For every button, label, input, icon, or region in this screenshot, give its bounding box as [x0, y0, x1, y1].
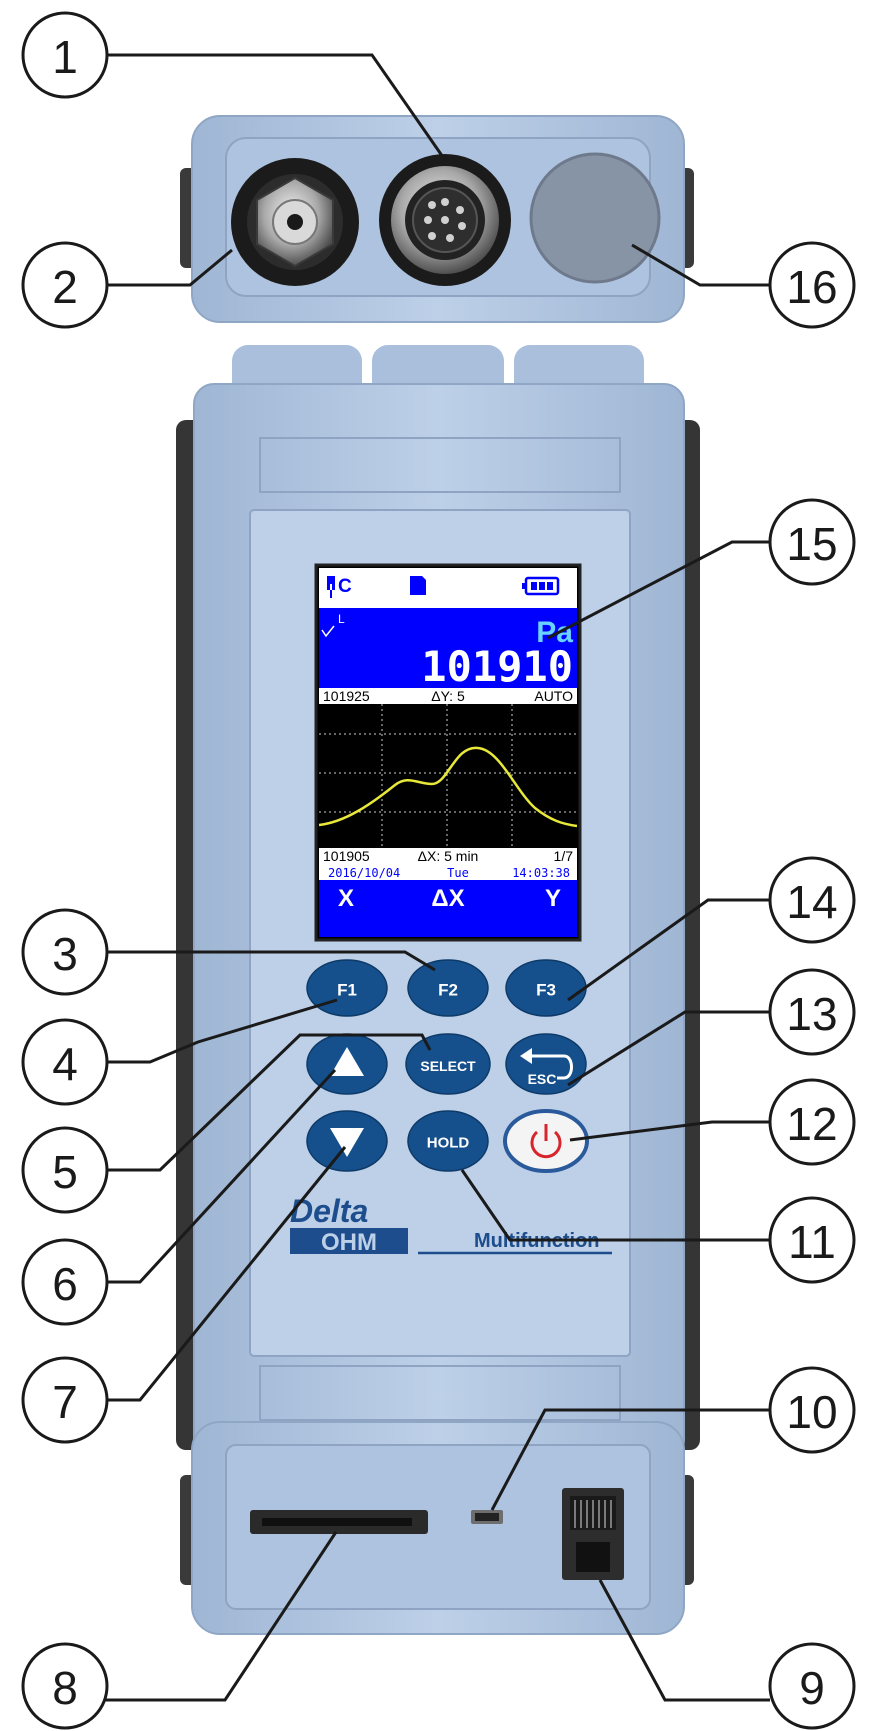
callout-12-label: 12	[786, 1098, 837, 1150]
up-arrow-key[interactable]	[306, 1033, 388, 1095]
select-key[interactable]: SELECT	[405, 1033, 491, 1095]
day-text: Tue	[447, 866, 469, 880]
esc-key-label: ESC	[528, 1071, 557, 1087]
callout-8-label: 8	[52, 1662, 78, 1714]
graph-scale-mode: AUTO	[534, 688, 573, 704]
down-arrow-key[interactable]	[306, 1110, 388, 1172]
callout-4-label: 4	[52, 1038, 78, 1090]
select-key-label: SELECT	[420, 1058, 476, 1074]
f2-key[interactable]: F2	[407, 959, 489, 1017]
pressure-inlet	[231, 158, 359, 286]
corner-l: L	[338, 612, 345, 626]
callout-15: 15	[768, 498, 856, 586]
callout-3: 3	[21, 908, 109, 996]
probe-connector	[379, 154, 511, 286]
status-c: C	[338, 576, 352, 597]
callout-16-label: 16	[786, 261, 837, 313]
graph-min: 101905	[323, 848, 370, 864]
f1-key[interactable]: F1	[306, 959, 388, 1017]
callout-9: 9	[768, 1642, 856, 1730]
display: C L Pa 101910 101925 ΔY: 5 AUTO 101905 Δ…	[314, 563, 582, 942]
esc-key[interactable]: ESC	[505, 1033, 587, 1095]
graph-page: 1/7	[554, 848, 574, 864]
callout-7-label: 7	[52, 1376, 78, 1428]
callout-2-label: 2	[52, 261, 78, 313]
hold-key[interactable]: HOLD	[407, 1110, 489, 1172]
callout-11: 11	[768, 1196, 856, 1284]
callout-16: 16	[768, 241, 856, 329]
callout-6-label: 6	[52, 1258, 78, 1310]
callout-1-label: 1	[52, 31, 78, 83]
f1-key-label: F1	[337, 981, 357, 1000]
callout-7: 7	[21, 1356, 109, 1444]
hold-key-label: HOLD	[427, 1135, 470, 1152]
sensor-window	[529, 152, 661, 284]
f3-key[interactable]: F3	[505, 959, 587, 1017]
callout-15-label: 15	[786, 518, 837, 570]
callout-14-label: 14	[786, 876, 837, 928]
callout-11-label: 11	[788, 1216, 836, 1268]
f3-key-label: F3	[536, 981, 556, 1000]
softkey-2-label: ΔX	[431, 885, 464, 912]
callout-5-label: 5	[52, 1146, 78, 1198]
device-diagram: C L Pa 101910 101925 ΔY: 5 AUTO 101905 Δ…	[21, 11, 856, 1730]
time-text: 14:03:38	[512, 866, 570, 880]
sd-card-icon	[410, 576, 426, 595]
softkey-1-label: X	[338, 885, 354, 912]
callout-8: 8	[21, 1642, 109, 1730]
callout-9-label: 9	[799, 1662, 825, 1714]
power-key[interactable]	[503, 1109, 589, 1173]
callout-14: 14	[768, 856, 856, 944]
graph-delta-y: ΔY: 5	[431, 688, 465, 704]
callout-4: 4	[21, 1018, 109, 1106]
callout-2: 2	[21, 241, 109, 329]
mini-usb-port	[471, 1510, 503, 1524]
callout-10: 10	[768, 1366, 856, 1454]
callout-6: 6	[21, 1238, 109, 1326]
graph-max: 101925	[323, 688, 370, 704]
callout-5: 5	[21, 1126, 109, 1214]
status-bar	[319, 568, 577, 608]
rj-port	[562, 1488, 624, 1580]
graph-delta-x: ΔX: 5 min	[418, 848, 479, 864]
front-view: C L Pa 101910 101925 ΔY: 5 AUTO 101905 Δ…	[176, 345, 700, 1461]
callout-13-label: 13	[786, 988, 837, 1040]
brand-ohm: OHM	[321, 1229, 377, 1256]
f2-key-label: F2	[438, 981, 458, 1000]
callout-13: 13	[768, 968, 856, 1056]
callout-12: 12	[768, 1078, 856, 1166]
bottom-view	[180, 1421, 694, 1635]
reading-value: 101910	[421, 642, 573, 691]
date-text: 2016/10/04	[328, 866, 400, 880]
softkey-3-label: Y	[545, 885, 561, 912]
callout-1: 1	[21, 11, 109, 99]
callout-10-label: 10	[786, 1386, 837, 1438]
callout-3-label: 3	[52, 928, 78, 980]
